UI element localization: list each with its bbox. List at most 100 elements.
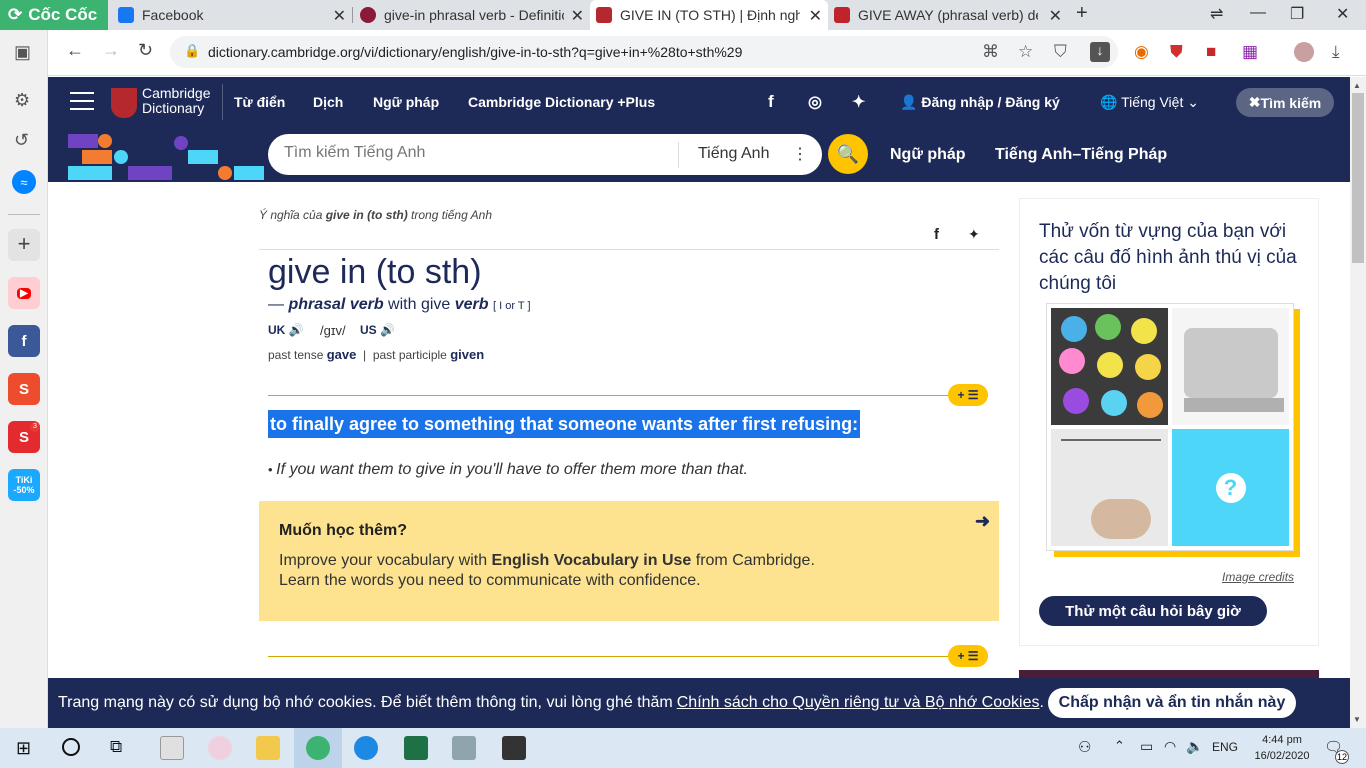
back-arrow-icon[interactable]: ← — [66, 40, 84, 61]
tab-separator — [352, 7, 353, 23]
sidebar-panel-icon[interactable]: ▣ — [14, 42, 31, 63]
tab-give-in-definition[interactable]: give-in phrasal verb - Definitio ✕ — [354, 0, 590, 30]
bookmark-star-icon[interactable]: ☆ — [1018, 42, 1033, 62]
scroll-thumb[interactable] — [1352, 93, 1364, 263]
people-icon[interactable]: ⚇ — [1078, 738, 1091, 756]
messenger-icon[interactable]: ≈ — [12, 170, 36, 194]
extension-shield-icon[interactable]: ⛊ — [1170, 42, 1183, 62]
share-twitter-icon[interactable]: ✦ — [968, 226, 980, 243]
maximize-icon[interactable]: ❐ — [1290, 4, 1304, 24]
oxford-tab-icon — [360, 7, 376, 23]
new-tab-button[interactable]: + — [1076, 2, 1088, 25]
chevron-down-icon: ⌄ — [1183, 94, 1199, 110]
add-to-list-button[interactable]: + ☰ — [948, 645, 988, 667]
share-facebook-icon[interactable]: f — [934, 226, 939, 243]
clock[interactable]: 4:44 pm 16/02/2020 — [1250, 732, 1314, 764]
zalo-icon[interactable] — [354, 736, 378, 760]
coccoc-taskbar-icon[interactable] — [306, 736, 330, 760]
try-quiz-button[interactable]: Thử một câu hỏi bây giờ — [1039, 596, 1267, 626]
login-link[interactable]: 👤 Đăng nhập / Đăng ký — [900, 94, 1060, 111]
battery-icon[interactable]: ▭ — [1140, 738, 1153, 755]
shield-icon[interactable]: ⛉ — [1054, 42, 1067, 62]
facebook-share-icon[interactable]: f — [768, 92, 774, 112]
top-search-button[interactable]: ✖ Tìm kiếm — [1236, 88, 1334, 117]
sub-nav-english-french[interactable]: Tiếng Anh–Tiếng Pháp — [995, 146, 1167, 164]
nav-plus[interactable]: Cambridge Dictionary +Plus — [468, 94, 655, 110]
accept-cookies-button[interactable]: Chấp nhận và ẩn tin nhắn này — [1048, 688, 1296, 718]
notification-count: 12 — [1335, 750, 1349, 764]
reload-icon[interactable]: ↻ — [138, 40, 153, 61]
tab-give-in-cambridge[interactable]: GIVE IN (TO STH) | Định nghĩa ✕ — [590, 0, 828, 30]
tray-chevron-up-icon[interactable]: ⌃ — [1114, 738, 1125, 754]
vocab-link[interactable]: English Vocabulary in Use — [492, 552, 692, 569]
scroll-up-icon[interactable]: ▲ — [1353, 81, 1361, 90]
sketch-drawing-image[interactable] — [1051, 429, 1168, 546]
nav-grammar[interactable]: Ngữ pháp — [373, 94, 439, 110]
tab-facebook[interactable]: Facebook ✕ — [112, 0, 352, 30]
twitter-icon[interactable]: ✦ — [852, 92, 865, 112]
task-view-icon[interactable]: ⧉ — [110, 737, 122, 757]
search-button[interactable]: 🔍 — [828, 134, 868, 174]
hamburger-menu-icon[interactable] — [70, 92, 94, 110]
translate-icon[interactable]: ⌘ — [982, 42, 999, 62]
excel-icon[interactable] — [404, 736, 428, 760]
wifi-icon[interactable]: ◠ — [1164, 738, 1176, 755]
site-logo[interactable]: Cambridge Dictionary — [142, 86, 210, 116]
sticky-notes-icon[interactable] — [502, 736, 526, 760]
download-page-icon[interactable]: ↓ — [1090, 42, 1110, 62]
privacy-policy-link[interactable]: Chính sách cho Quyền riêng tư và Bộ nhớ … — [677, 694, 1040, 712]
app-icon-3[interactable] — [452, 736, 476, 760]
shopee-icon[interactable]: S — [8, 373, 40, 405]
address-bar[interactable]: 🔒 dictionary.cambridge.org/vi/dictionary… — [170, 36, 1118, 68]
nav-translate[interactable]: Dịch — [313, 94, 343, 110]
quiz-image-grid[interactable]: ? — [1046, 303, 1294, 551]
app-icon-2[interactable] — [208, 736, 232, 760]
add-sidebar-item-icon[interactable]: + — [8, 229, 40, 261]
close-icon: ✖ — [1248, 94, 1261, 110]
youtube-icon[interactable]: ▶ — [8, 277, 40, 309]
speaker-us-icon[interactable]: 🔊 — [380, 323, 395, 337]
search-input[interactable] — [284, 144, 664, 162]
history-icon[interactable]: ↺ — [14, 130, 29, 151]
nav-dictionary[interactable]: Từ điển — [234, 94, 285, 110]
arrow-right-icon[interactable]: ➜ — [975, 511, 990, 532]
paint-palette-image[interactable] — [1051, 308, 1168, 425]
facebook-icon[interactable]: f — [8, 325, 40, 357]
search-circle-icon[interactable] — [62, 738, 80, 756]
definition-text: to finally agree to something that someo… — [268, 410, 861, 438]
extension-grid-icon[interactable]: ▦ — [1242, 42, 1258, 62]
file-explorer-icon[interactable] — [256, 736, 280, 760]
sub-nav-grammar[interactable]: Ngữ pháp — [890, 146, 966, 164]
speaker-uk-icon[interactable]: 🔊 — [289, 323, 304, 337]
close-tab-icon[interactable]: ✕ — [809, 6, 822, 26]
instagram-icon[interactable]: ◎ — [808, 92, 822, 112]
sewing-machine-image[interactable] — [1172, 308, 1289, 425]
tiki-icon[interactable]: TiKi -50% — [8, 469, 40, 501]
add-to-list-button[interactable]: + ☰ — [948, 384, 988, 406]
forward-arrow-icon[interactable]: → — [102, 40, 120, 61]
question-tile[interactable]: ? — [1172, 429, 1289, 546]
volume-icon[interactable]: 🔈 — [1186, 738, 1203, 755]
tab-give-away[interactable]: GIVE AWAY (phrasal verb) def ✕ — [828, 0, 1068, 30]
close-window-icon[interactable]: ✕ — [1336, 4, 1349, 24]
search-language-select[interactable]: Tiếng Anh — [698, 145, 769, 163]
extension-red-icon[interactable]: ■ — [1206, 42, 1216, 62]
downloads-icon[interactable]: ⤓ — [1332, 42, 1340, 62]
minimize-icon[interactable]: — — [1250, 4, 1266, 22]
close-tab-icon[interactable]: ✕ — [1049, 6, 1062, 26]
scroll-down-icon[interactable]: ▼ — [1353, 715, 1361, 724]
profile-avatar[interactable] — [1294, 42, 1314, 62]
page-scrollbar[interactable]: ▲ ▼ — [1350, 77, 1366, 728]
tab-search-icon[interactable]: ⇌ — [1210, 4, 1223, 24]
windows-start-icon[interactable]: ⊞ — [16, 738, 31, 759]
language-select[interactable]: 🌐 Tiếng Việt ⌄ — [1100, 94, 1199, 111]
app-icon-1[interactable] — [160, 736, 184, 760]
close-tab-icon[interactable]: ✕ — [571, 6, 584, 26]
coccoc-logo-button[interactable]: ⟳ Cốc Cốc — [0, 0, 108, 30]
close-tab-icon[interactable]: ✕ — [333, 6, 346, 26]
language-indicator[interactable]: ENG — [1212, 740, 1238, 754]
image-credits-link[interactable]: Image credits — [1222, 570, 1294, 584]
extension-chrome-icon[interactable]: ◉ — [1134, 42, 1149, 62]
more-options-icon[interactable]: ⋮ — [792, 144, 808, 164]
settings-gear-icon[interactable]: ⚙ — [14, 90, 30, 111]
